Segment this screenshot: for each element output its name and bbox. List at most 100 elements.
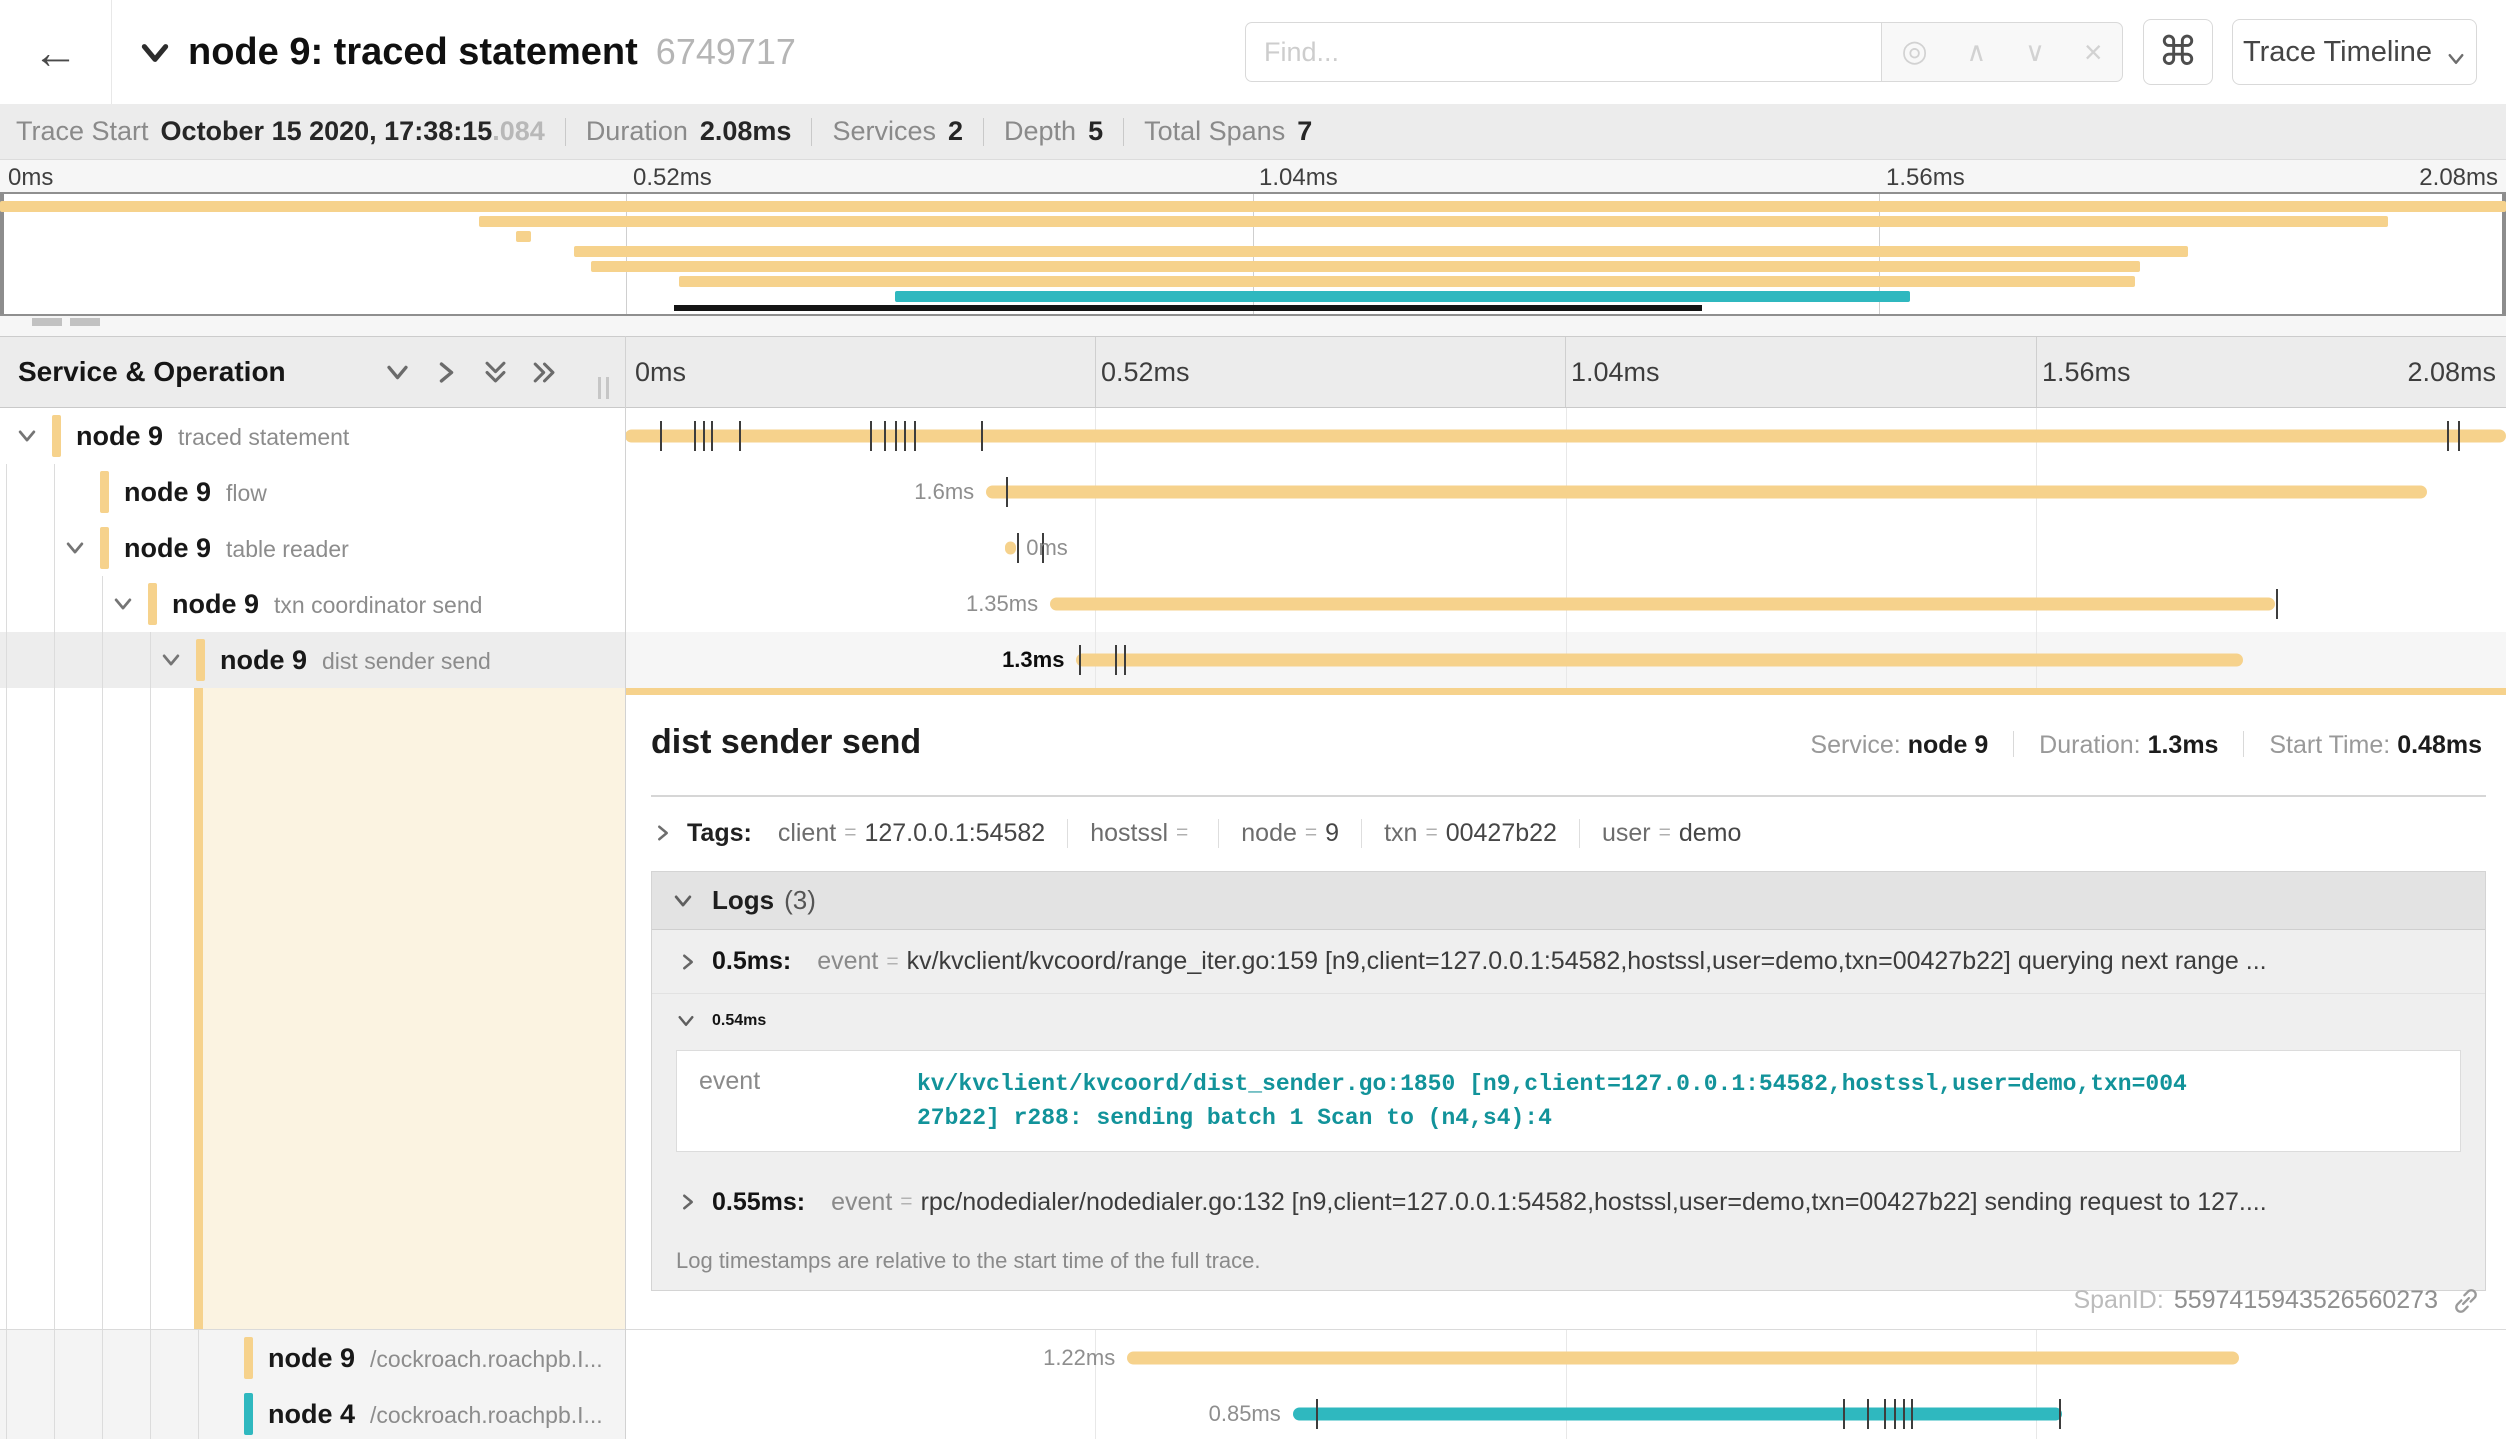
span-collapse-chevron-icon[interactable]	[160, 649, 182, 671]
top-bar: ← node 9: traced statement 6749717 ◎ ∧ ∨…	[0, 0, 2506, 104]
minimap-canvas[interactable]	[0, 192, 2506, 316]
span-row[interactable]: node 4/cockroach.roachpb.I...0.85ms	[0, 1386, 2506, 1439]
span-collapse-chevron-icon[interactable]	[16, 425, 38, 447]
operation-name: /cockroach.roachpb.I...	[370, 1346, 603, 1372]
span-timeline-cell[interactable]: 1.22ms	[625, 1330, 2506, 1386]
log-expanded-header[interactable]: 0.54ms	[652, 994, 2485, 1048]
span-timeline-cell[interactable]: 1.35ms	[625, 576, 2506, 632]
indent-guide	[6, 1386, 7, 1439]
span-bar[interactable]	[1127, 1352, 2239, 1365]
logs-accordion-header[interactable]: Logs (3)	[652, 872, 2485, 930]
trace-title-chevron-icon[interactable]	[138, 36, 172, 70]
span-bar[interactable]	[986, 486, 2427, 499]
log-row[interactable]: 0.55ms:event=rpc/nodedialer/nodedialer.g…	[652, 1170, 2485, 1234]
expand-all-double-chevron-right-icon[interactable]	[531, 359, 558, 386]
keyboard-shortcuts-button[interactable]: ⌘	[2143, 19, 2213, 85]
find-input[interactable]	[1245, 22, 1881, 82]
log-marker-tick	[703, 421, 705, 451]
tags-accordion[interactable]: Tags: client=127.0.0.1:54582hostssl=node…	[651, 803, 2486, 863]
view-selector-button[interactable]: Trace Timeline	[2232, 19, 2477, 85]
tag-equals: =	[844, 821, 856, 845]
minimap-scrubber-left[interactable]	[0, 194, 4, 314]
log-marker-tick	[739, 421, 741, 451]
axis-tick-label: 1.56ms	[2042, 337, 2131, 407]
log-marker-tick	[2458, 421, 2460, 451]
span-row[interactable]: node 9table reader0ms	[0, 520, 2506, 576]
service-name: node 9	[172, 589, 259, 619]
log-marker-tick	[694, 421, 696, 451]
span-row[interactable]: node 9dist sender send1.3ms	[0, 632, 2506, 688]
log-marker-tick	[1079, 645, 1081, 675]
log-row[interactable]: 0.5ms:event=kv/kvclient/kvcoord/range_it…	[652, 930, 2485, 994]
clear-search-icon[interactable]: ×	[2084, 36, 2103, 68]
timeline-gridline	[1566, 520, 1567, 576]
chevron-down-icon	[672, 890, 694, 912]
span-name-cell[interactable]: node 9table reader	[0, 520, 625, 576]
column-divider[interactable]	[625, 336, 626, 1439]
trace-start-value: October 15 2020, 17:38:15.084	[161, 116, 545, 147]
log-marker-tick	[981, 421, 983, 451]
log-equals: =	[900, 1190, 912, 1214]
log-marker-tick	[895, 421, 897, 451]
services-value: 2	[948, 116, 963, 147]
log-time: 0.54ms	[712, 1012, 766, 1030]
span-duration-label: 1.6ms	[914, 464, 974, 520]
span-name-cell[interactable]: node 9dist sender send	[0, 632, 625, 688]
span-duration-label: 1.35ms	[966, 576, 1038, 632]
span-bar[interactable]	[1005, 542, 1016, 555]
minimap-handle[interactable]	[32, 318, 62, 326]
span-name-cell[interactable]: node 9traced statement	[0, 408, 625, 464]
span-collapse-chevron-icon[interactable]	[112, 593, 134, 615]
span-timeline-cell[interactable]: 1.6ms	[625, 464, 2506, 520]
starttime-meta-label: Start Time:	[2269, 731, 2390, 759]
span-row[interactable]: node 9txn coordinator send 1.35ms	[0, 576, 2506, 632]
indent-guide	[198, 1386, 199, 1439]
span-bar[interactable]	[1076, 654, 2242, 667]
back-button[interactable]: ←	[0, 0, 112, 104]
span-name-cell[interactable]: node 9flow	[0, 464, 625, 520]
locate-icon[interactable]: ◎	[1901, 37, 1927, 67]
indent-guide	[6, 688, 7, 1329]
expand-one-chevron-right-icon[interactable]	[433, 359, 460, 386]
span-timeline-cell[interactable]: 1.3ms	[625, 632, 2506, 688]
tag-equals: =	[1659, 821, 1671, 845]
log-marker-tick	[2447, 421, 2449, 451]
log-marker-tick	[870, 421, 872, 451]
minimap-tick: 1.56ms	[1886, 164, 1965, 192]
indent-guide	[150, 632, 151, 688]
find-group: ◎ ∧ ∨ ×	[1245, 22, 2123, 82]
operation-name: /cockroach.roachpb.I...	[370, 1402, 603, 1428]
span-timeline-cell[interactable]: 0ms	[625, 520, 2506, 576]
span-row[interactable]: node 9traced statement	[0, 408, 2506, 464]
deep-link-icon[interactable]	[2452, 1287, 2480, 1315]
minimap-span	[479, 216, 2389, 227]
span-collapse-chevron-icon[interactable]	[64, 537, 86, 559]
collapse-all-double-chevron-down-icon[interactable]	[482, 359, 509, 386]
span-name-cell[interactable]: node 9/cockroach.roachpb.I...	[0, 1330, 625, 1386]
detail-span-fill	[203, 688, 625, 1329]
view-selector-label: Trace Timeline	[2243, 36, 2432, 69]
prev-match-chevron-up-icon[interactable]: ∧	[1967, 39, 1987, 66]
axis-tick-label: 0ms	[635, 337, 686, 407]
chevron-right-icon	[651, 823, 671, 843]
log-marker-tick	[1124, 645, 1126, 675]
span-row[interactable]: node 9flow 1.6ms	[0, 464, 2506, 520]
span-bar[interactable]	[625, 430, 2506, 443]
span-bar[interactable]	[1050, 598, 2275, 611]
logs-title: Logs	[712, 885, 774, 916]
column-resize-grip[interactable]	[598, 377, 609, 399]
span-row[interactable]: node 9/cockroach.roachpb.I...1.22ms	[0, 1330, 2506, 1386]
minimap-scrubber-right[interactable]	[2502, 194, 2506, 314]
indent-guide	[6, 520, 7, 576]
span-name-cell[interactable]: node 4/cockroach.roachpb.I...	[0, 1386, 625, 1439]
service-name: node 9	[220, 645, 307, 675]
minimap-handle[interactable]	[70, 318, 100, 326]
next-match-chevron-down-icon[interactable]: ∨	[2025, 39, 2045, 66]
span-name-cell[interactable]: node 9txn coordinator send	[0, 576, 625, 632]
timeline-gridline	[1095, 1386, 1096, 1439]
span-timeline-cell[interactable]	[625, 408, 2506, 464]
span-timeline-cell[interactable]: 0.85ms	[625, 1386, 2506, 1439]
span-bar[interactable]	[1293, 1408, 2062, 1421]
collapse-one-chevron-down-icon[interactable]	[384, 359, 411, 386]
minimap-tick-labels: 0ms 0.52ms 1.04ms 1.56ms 2.08ms	[0, 164, 2506, 190]
